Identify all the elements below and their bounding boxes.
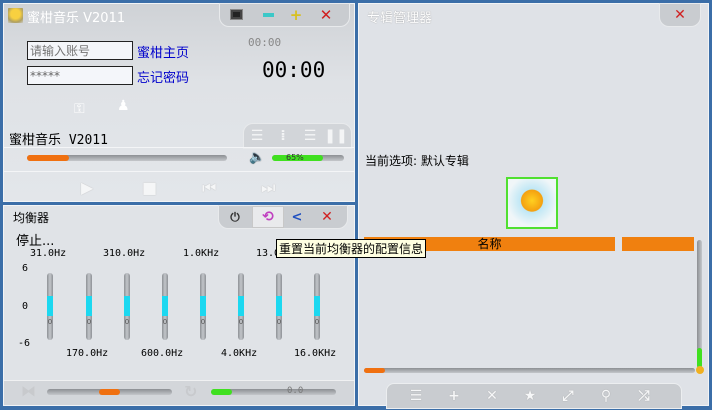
mode-1-icon[interactable]: ☰ (249, 128, 265, 144)
eq-band-value: 0 (314, 318, 320, 326)
eq-band-value: 0 (47, 318, 53, 326)
scroll-corner-icon (696, 366, 704, 374)
vertical-scrollbar[interactable] (697, 240, 702, 368)
eq-band-level (47, 296, 53, 316)
volume-bar[interactable]: 65% (272, 153, 344, 162)
small-time: 00:00 (248, 36, 282, 49)
key-icon[interactable]: ⚿ (74, 101, 85, 117)
hscroll-thumb[interactable] (364, 368, 385, 373)
eq-band-value: 0 (200, 318, 206, 326)
eq-status: 停止... (16, 234, 55, 249)
eq-band-label: 31.0Hz (30, 248, 67, 259)
eq-band-level (314, 296, 320, 316)
eq-band-value: 0 (162, 318, 168, 326)
app-logo-icon (8, 8, 23, 23)
app-title: 蜜柑音乐 V2011 (27, 11, 126, 26)
power-icon[interactable]: ⏻ (227, 209, 243, 225)
balance-value: 0.0 (287, 386, 304, 396)
eq-band-level (124, 296, 130, 316)
close-icon[interactable]: ✕ (672, 7, 688, 23)
song-title: 蜜柑音乐 V2011 (9, 133, 108, 148)
y-label-mid: 0 (22, 301, 29, 312)
preamp-thumb[interactable] (99, 389, 120, 395)
mode-4-icon[interactable]: ❚❚ (324, 128, 347, 144)
close-icon[interactable]: ✕ (319, 6, 333, 24)
big-time: 00:00 (262, 58, 326, 82)
balance-slider[interactable]: 0.0 (211, 386, 336, 396)
volume-icon[interactable]: 🔈 (249, 150, 265, 165)
reset-icon[interactable]: ⟲ (252, 206, 284, 228)
eq-band-value: 0 (124, 318, 130, 326)
balance-fill (211, 389, 232, 395)
tooltip: 重置当前均衡器的配置信息 (276, 239, 427, 258)
equalizer-panel: 均衡器 ⏻ ⟲ < ✕ 停止... (3, 205, 355, 406)
play-icon[interactable]: ▶ (81, 178, 93, 197)
current-selection: 当前选项: 默认专辑 (365, 154, 469, 168)
eq-band-slider[interactable]: 0 (47, 273, 53, 340)
seek-bar[interactable] (27, 155, 227, 161)
y-label-top: 6 (22, 263, 29, 274)
eq-band-label: 310.0Hz (103, 248, 146, 259)
minimize-to-tray-icon[interactable] (230, 9, 243, 20)
expand-icon[interactable]: ⤢ (560, 387, 576, 405)
eq-band-level (86, 296, 92, 316)
stop-icon[interactable]: ■ (142, 178, 157, 197)
eq-band-slider[interactable]: 0 (86, 273, 92, 340)
previous-icon[interactable]: ⏮ (202, 178, 216, 198)
player-panel: 蜜柑音乐 V2011 + ✕ 蜜柑主页 忘记密码 00:00 00:00 ⚿ ♟… (3, 3, 355, 202)
eq-band-level (276, 296, 282, 316)
add-icon[interactable]: + (289, 6, 303, 24)
eq-band-label: 1.0KHz (183, 248, 220, 259)
list-icon[interactable]: ☰ (408, 387, 424, 405)
scroll-thumb[interactable] (697, 348, 702, 368)
eq-band-label: 170.0Hz (66, 348, 109, 359)
account-input[interactable] (27, 41, 133, 60)
eq-band-level (238, 296, 244, 316)
divider (4, 171, 354, 172)
mode-2-icon[interactable]: ⁞ (275, 128, 291, 144)
horizontal-scrollbar[interactable] (364, 368, 695, 373)
eq-band-value: 0 (86, 318, 92, 326)
next-icon[interactable]: ⏭ (261, 178, 275, 198)
user-icon[interactable]: ♟ (117, 98, 130, 114)
favorite-icon[interactable]: ★ (522, 387, 538, 405)
eq-band-slider[interactable]: 0 (124, 273, 130, 340)
eq-band-slider[interactable]: 0 (238, 273, 244, 340)
divider (4, 147, 354, 148)
column-header-2[interactable] (622, 237, 694, 251)
volume-label: 65% (286, 153, 304, 162)
minimize-icon[interactable] (263, 13, 274, 17)
search-icon[interactable]: ⚲ (598, 387, 614, 405)
add-icon[interactable]: + (446, 387, 462, 405)
forgot-password-link[interactable]: 忘记密码 (137, 67, 189, 86)
eq-band-slider[interactable]: 0 (276, 273, 282, 340)
album-cover[interactable] (506, 177, 558, 229)
eq-prev-icon[interactable]: ⧓ (21, 382, 36, 400)
mode-3-icon[interactable]: ☰ (302, 128, 318, 144)
share-icon[interactable]: < (289, 209, 305, 225)
eq-band-slider[interactable]: 0 (200, 273, 206, 340)
password-input[interactable] (27, 66, 133, 85)
eq-band-value: 0 (238, 318, 244, 326)
seek-fill (27, 155, 69, 161)
close-icon[interactable]: ✕ (319, 209, 335, 225)
eq-band-slider[interactable]: 0 (314, 273, 320, 340)
eq-band-label: 600.0Hz (141, 348, 184, 359)
delete-icon[interactable]: ✕ (484, 387, 500, 405)
album-title: 专辑管理器 (367, 11, 433, 26)
album-manager-panel: 专辑管理器 ✕ 当前选项: 默认专辑 名称 ☰ + ✕ ★ ⤢ ⚲ ⤮ (358, 3, 709, 409)
preamp-slider[interactable] (47, 389, 172, 395)
eq-band-value: 0 (276, 318, 282, 326)
equalizer-title: 均衡器 (13, 211, 50, 225)
refresh-icon[interactable]: ↻ (184, 382, 197, 401)
y-label-bottom: -6 (18, 338, 31, 349)
eq-band-label: 4.0KHz (221, 348, 258, 359)
eq-band-level (200, 296, 206, 316)
home-link[interactable]: 蜜柑主页 (137, 42, 189, 61)
eq-band-label: 16.0KHz (294, 348, 337, 359)
column-name-label: 名称 (477, 237, 502, 251)
shuffle-icon[interactable]: ⤮ (636, 387, 652, 405)
eq-band-level (162, 296, 168, 316)
eq-band-slider[interactable]: 0 (162, 273, 168, 340)
